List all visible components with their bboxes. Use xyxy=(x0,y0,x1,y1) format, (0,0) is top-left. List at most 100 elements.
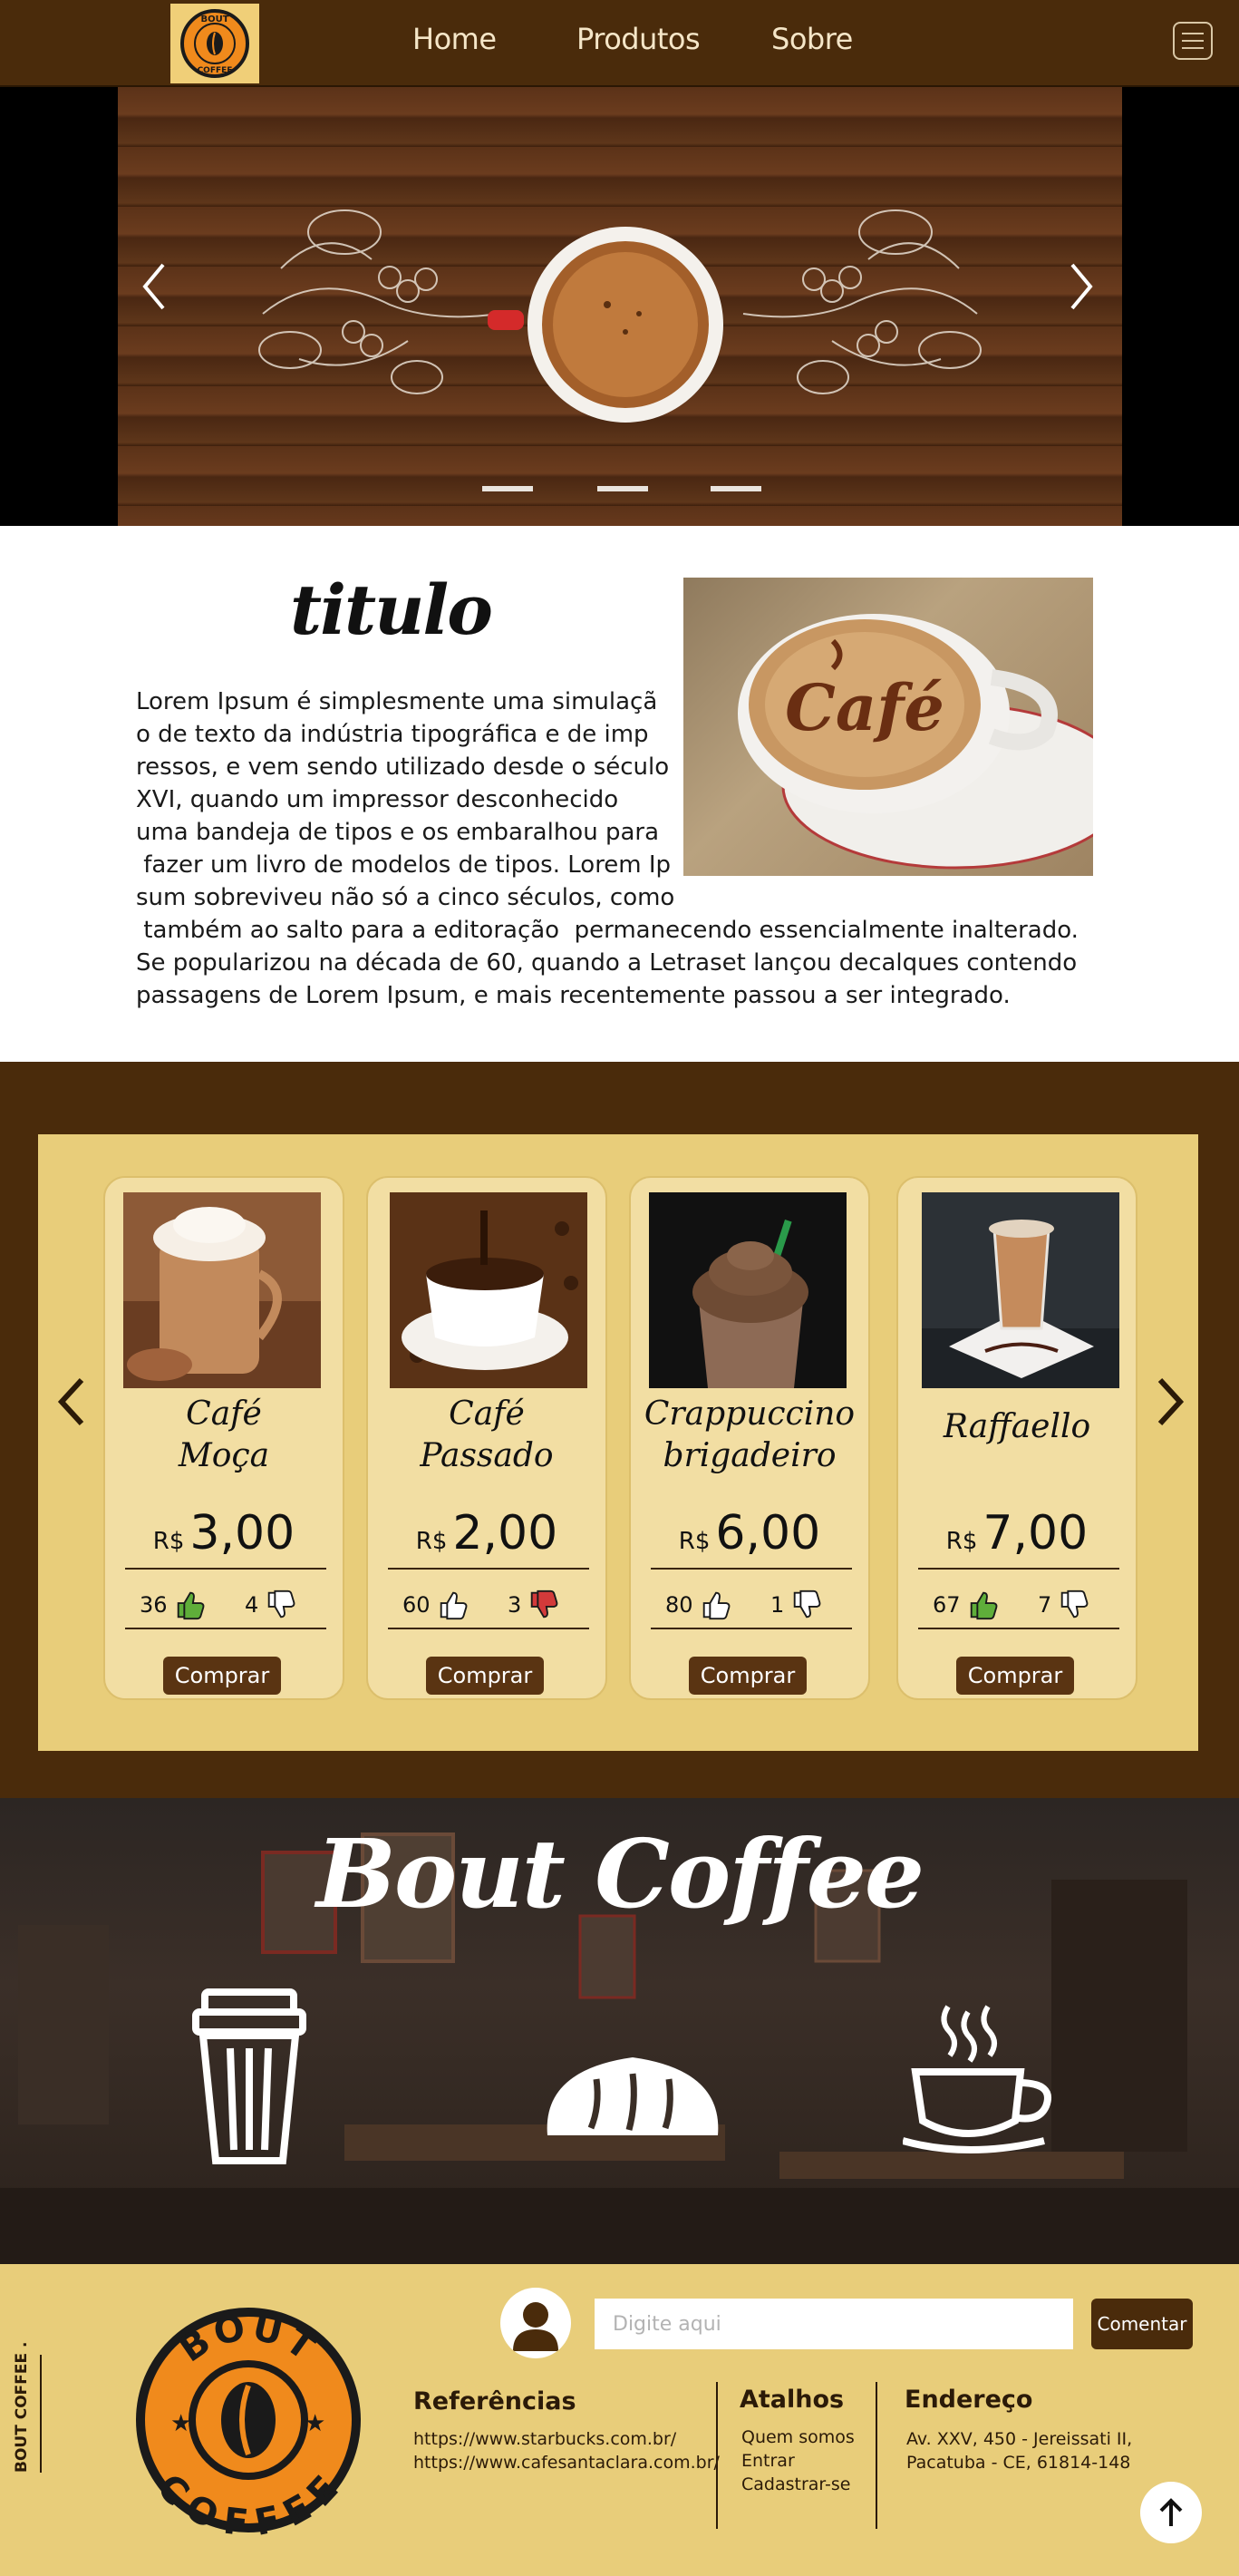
product-image-raffaello xyxy=(922,1192,1119,1388)
top-navbar: BOUT COFFEE Home Produtos Sobre xyxy=(0,0,1239,87)
product-votes: 60 3 xyxy=(368,1588,605,1624)
like-count: 67 xyxy=(933,1592,961,1618)
banner-title: Bout Coffee xyxy=(315,1818,924,1930)
like-count: 60 xyxy=(402,1592,431,1618)
brand-logo[interactable]: BOUT COFFEE xyxy=(170,4,259,83)
chevron-right-icon xyxy=(1157,1377,1185,1426)
like-button[interactable]: 60 xyxy=(402,1588,470,1622)
product-image-cafe-passado xyxy=(390,1192,587,1388)
footer-divider xyxy=(876,2382,877,2529)
footer-logo[interactable]: ★ ★ BOUT COFFEE xyxy=(132,2304,364,2536)
price-value: 2,00 xyxy=(452,1506,558,1560)
intro-text-line: Se popularizou na década de 60, quando a… xyxy=(136,949,1078,977)
product-votes: 36 4 xyxy=(105,1588,343,1624)
thumbs-up-icon xyxy=(177,1591,204,1620)
like-button[interactable]: 36 xyxy=(140,1588,208,1622)
address-line: Pacatuba - CE, 61814-148 xyxy=(906,2453,1131,2473)
divider xyxy=(651,1568,852,1570)
scroll-to-top-button[interactable] xyxy=(1140,2482,1202,2543)
product-name: Café Passado xyxy=(368,1394,605,1477)
shortcut-link-quem-somos[interactable]: Quem somos xyxy=(741,2427,855,2447)
thumbs-down-icon xyxy=(268,1589,295,1619)
user-avatar[interactable] xyxy=(500,2288,571,2358)
arrow-up-icon xyxy=(1159,2498,1183,2526)
buy-button[interactable]: Comprar xyxy=(689,1657,807,1695)
dislike-button[interactable]: 1 xyxy=(770,1588,824,1622)
nav-link-sobre[interactable]: Sobre xyxy=(771,22,853,56)
reference-link[interactable]: https://www.starbucks.com.br/ xyxy=(413,2429,676,2449)
star-icon: ★ xyxy=(170,2409,191,2436)
nav-link-home[interactable]: Home xyxy=(412,22,497,56)
hero-indicator-3[interactable] xyxy=(711,486,761,491)
product-votes: 80 1 xyxy=(631,1588,868,1624)
currency-label: R$ xyxy=(678,1528,711,1555)
thumbs-up-icon xyxy=(440,1591,467,1620)
user-icon xyxy=(513,2302,558,2351)
product-name: Crappuccino brigadeiro xyxy=(631,1394,868,1477)
products-prev-button[interactable] xyxy=(56,1375,96,1438)
price-value: 6,00 xyxy=(715,1506,821,1560)
comment-button[interactable]: Comentar xyxy=(1091,2299,1193,2349)
chevron-left-icon xyxy=(57,1377,84,1426)
shortcut-link-cadastrar[interactable]: Cadastrar-se xyxy=(741,2474,850,2494)
buy-button[interactable]: Comprar xyxy=(426,1657,544,1695)
price-value: 3,00 xyxy=(189,1506,295,1560)
price-value: 7,00 xyxy=(982,1506,1089,1560)
hero-next-button[interactable] xyxy=(1063,255,1099,318)
buy-button[interactable]: Comprar xyxy=(163,1657,281,1695)
like-count: 36 xyxy=(140,1592,168,1618)
hero-prev-button[interactable] xyxy=(136,255,172,318)
thumbs-down-icon xyxy=(1061,1589,1089,1619)
takeaway-cup-icon xyxy=(192,1988,306,2164)
shortcut-link-entrar[interactable]: Entrar xyxy=(741,2451,795,2471)
intro-text-line: passagens de Lorem Ipsum, e mais recente… xyxy=(136,982,1011,1009)
hamburger-icon-line xyxy=(1182,40,1204,42)
buy-button[interactable]: Comprar xyxy=(956,1657,1074,1695)
star-icon: ★ xyxy=(305,2409,325,2436)
footer-vertical-text: BOUT COFFEE . xyxy=(13,2341,31,2473)
hamburger-menu-button[interactable] xyxy=(1173,22,1213,60)
product-card: Café Moça R$ 3,00 36 4 Comprar xyxy=(103,1176,344,1700)
intro-text-line: também ao salto para a editoração perman… xyxy=(136,917,1079,944)
hero-indicator-1[interactable] xyxy=(482,486,533,491)
address-title: Endereço xyxy=(905,2386,1033,2414)
product-name-line1: Café xyxy=(186,1395,262,1433)
product-card: Café Passado R$ 2,00 60 3 Comprar xyxy=(366,1176,607,1700)
intro-title: titulo xyxy=(290,569,493,650)
shortcuts-title: Atalhos xyxy=(740,2386,845,2414)
footer: BOUT COFFEE . ★ ★ BOUT COFFEE Comentar R… xyxy=(0,2264,1239,2576)
dislike-count: 1 xyxy=(770,1592,785,1618)
dislike-button[interactable]: 7 xyxy=(1038,1588,1091,1622)
dislike-count: 4 xyxy=(245,1592,259,1618)
like-count: 80 xyxy=(665,1592,693,1618)
footer-divider xyxy=(716,2382,718,2529)
nav-link-produtos[interactable]: Produtos xyxy=(576,22,701,56)
like-button[interactable]: 80 xyxy=(665,1588,733,1622)
hero-carousel xyxy=(0,87,1239,526)
products-next-button[interactable] xyxy=(1155,1375,1195,1438)
photo-cafe-text: Café xyxy=(785,670,944,745)
product-name-line2: Moça xyxy=(178,1437,270,1474)
dislike-button[interactable]: 3 xyxy=(508,1588,561,1622)
reference-link[interactable]: https://www.cafesantaclara.com.br/ xyxy=(413,2453,720,2473)
dislike-count: 7 xyxy=(1038,1592,1052,1618)
product-card: Crappuccino brigadeiro R$ 6,00 80 1 Compra… xyxy=(629,1176,870,1700)
product-name-line2: brigadeiro xyxy=(663,1437,837,1474)
thumbs-down-icon xyxy=(531,1589,558,1619)
product-card: Raffaello R$ 7,00 67 7 Comprar xyxy=(896,1176,1137,1700)
divider xyxy=(918,1628,1119,1629)
product-name: Raffaello xyxy=(898,1406,1136,1448)
dislike-button[interactable]: 4 xyxy=(245,1588,298,1622)
divider xyxy=(125,1628,326,1629)
like-button[interactable]: 67 xyxy=(933,1588,1001,1622)
thumbs-up-icon xyxy=(970,1591,997,1620)
product-image-crappuccino-brigadeiro xyxy=(649,1192,847,1388)
chevron-left-icon xyxy=(142,263,165,310)
product-price: R$ 7,00 xyxy=(898,1506,1136,1560)
coffee-logo-icon: BOUT COFFEE xyxy=(180,9,249,78)
product-votes: 67 7 xyxy=(898,1588,1136,1624)
comment-input[interactable] xyxy=(595,2299,1073,2349)
hero-indicator-2[interactable] xyxy=(597,486,648,491)
latte-art-photo: Café xyxy=(683,578,1093,876)
currency-label: R$ xyxy=(415,1528,448,1555)
